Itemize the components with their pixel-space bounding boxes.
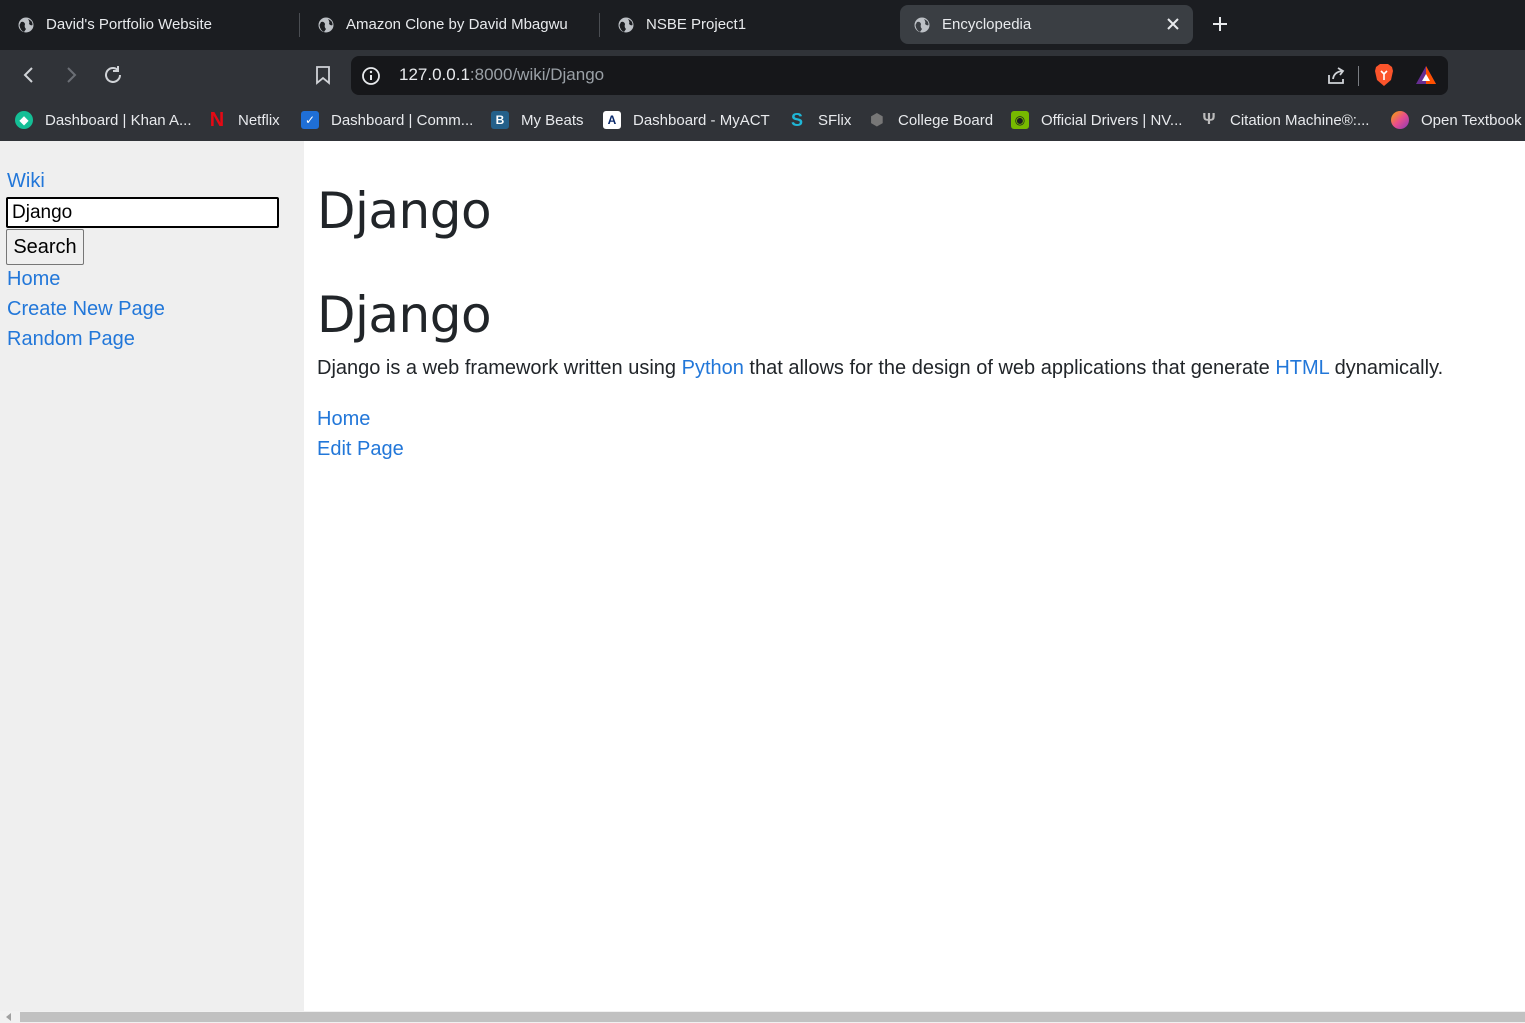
bookmark-label: Official Drivers | NV...: [1041, 111, 1183, 129]
paragraph-text: Django is a web framework written using: [317, 357, 682, 379]
share-icon[interactable]: [1325, 65, 1347, 87]
edit-page-link[interactable]: Edit Page: [317, 438, 404, 461]
forward-icon[interactable]: [60, 64, 82, 86]
address-bar[interactable]: 127.0.0.1:8000/wiki/Django: [351, 56, 1448, 95]
bookmark-label: Netflix: [238, 111, 280, 129]
paragraph-text: that allows for the design of web applic…: [743, 357, 1276, 379]
bookmark-label: SFlix: [818, 111, 852, 129]
tab-title: Encyclopedia: [942, 16, 1032, 33]
bookmark-sflix[interactable]: S SFlix: [788, 107, 851, 133]
article-paragraph: Django is a web framework written using …: [317, 357, 1443, 380]
back-icon[interactable]: [18, 64, 40, 86]
paragraph-text: dynamically.: [1329, 357, 1444, 379]
khan-academy-icon: ◆: [15, 111, 33, 129]
bookmark-my-beats[interactable]: B My Beats: [491, 107, 584, 133]
content-link-home[interactable]: Home: [317, 408, 370, 431]
browser-tab-strip: David's Portfolio Website Amazon Clone b…: [0, 0, 1525, 50]
open-textbook-icon: [1391, 111, 1409, 129]
tab-amazon-clone[interactable]: Amazon Clone by David Mbagwu: [300, 5, 600, 44]
python-link[interactable]: Python: [682, 357, 744, 379]
url-path: :8000/wiki/Django: [469, 65, 605, 84]
wiki-home-link[interactable]: Wiki: [7, 170, 45, 193]
brave-shields-icon[interactable]: [1373, 63, 1395, 87]
bookmarks-bar: ◆ Dashboard | Khan A... N Netflix ✓ Dashboa…: [0, 100, 1525, 141]
reload-icon[interactable]: [102, 64, 124, 86]
horizontal-scrollbar[interactable]: [0, 1011, 1525, 1023]
act-icon: A: [603, 111, 621, 129]
sidebar-link-create-new-page[interactable]: Create New Page: [7, 298, 165, 321]
bookmark-open-textbook[interactable]: Open Textbook: [1391, 107, 1522, 133]
globe-icon: [18, 17, 34, 32]
site-info-icon[interactable]: [361, 66, 381, 86]
tab-portfolio[interactable]: David's Portfolio Website: [0, 5, 300, 44]
bookmark-label: My Beats: [521, 111, 584, 129]
scroll-left-icon[interactable]: [5, 1013, 13, 1021]
bookmark-label: Open Textbook: [1421, 111, 1522, 129]
bookmark-citation-machine[interactable]: Ψ Citation Machine®:...: [1200, 107, 1370, 133]
article-heading: Django: [317, 286, 492, 344]
url-host: 127.0.0.1: [399, 65, 470, 84]
commonlit-icon: ✓: [301, 111, 319, 129]
tab-title: David's Portfolio Website: [46, 16, 212, 33]
globe-icon: [318, 17, 334, 32]
collegeboard-icon: ⬢: [870, 112, 884, 129]
bookmark-nvidia[interactable]: ◉ Official Drivers | NV...: [1011, 107, 1182, 133]
citation-machine-icon: Ψ: [1202, 111, 1216, 128]
netflix-icon: N: [209, 108, 225, 131]
scrollbar-thumb[interactable]: [20, 1012, 1525, 1022]
bookmark-icon[interactable]: [312, 64, 334, 86]
beats-icon: B: [491, 111, 509, 129]
search-input[interactable]: [6, 197, 279, 228]
bookmark-myact[interactable]: A Dashboard - MyACT: [603, 107, 770, 133]
globe-icon: [914, 17, 930, 32]
browser-toolbar: 127.0.0.1:8000/wiki/Django: [0, 50, 1525, 100]
search-button[interactable]: Search: [6, 229, 84, 265]
sidebar-link-home[interactable]: Home: [7, 268, 60, 291]
bookmark-college-board[interactable]: ⬢ College Board: [868, 107, 993, 133]
page-title: Django: [317, 182, 492, 240]
divider: [1358, 66, 1359, 86]
nvidia-icon: ◉: [1011, 111, 1029, 129]
new-tab-icon[interactable]: [1209, 13, 1231, 35]
bookmark-khan-academy[interactable]: ◆ Dashboard | Khan A...: [15, 107, 192, 133]
sflix-icon: S: [790, 109, 803, 130]
bookmark-label: Dashboard - MyACT: [633, 111, 770, 129]
close-icon[interactable]: [1163, 14, 1183, 34]
url-text: 127.0.0.1:8000/wiki/Django: [399, 65, 604, 85]
bookmark-netflix[interactable]: N Netflix: [208, 107, 280, 133]
bookmark-label: Dashboard | Comm...: [331, 111, 474, 129]
brave-rewards-icon[interactable]: [1415, 65, 1437, 85]
globe-icon: [618, 17, 634, 32]
tab-title: NSBE Project1: [646, 16, 747, 33]
bookmark-label: Dashboard | Khan A...: [45, 111, 192, 129]
html-link[interactable]: HTML: [1275, 357, 1329, 379]
bookmark-label: Citation Machine®:...: [1230, 111, 1370, 129]
bookmark-label: College Board: [898, 111, 994, 129]
wiki-sidebar: Wiki Search Home Create New Page Random …: [0, 141, 304, 1011]
bookmark-commonlit[interactable]: ✓ Dashboard | Comm...: [301, 107, 473, 133]
tab-encyclopedia[interactable]: Encyclopedia: [900, 5, 1193, 44]
tab-title: Amazon Clone by David Mbagwu: [346, 16, 568, 33]
sidebar-link-random-page[interactable]: Random Page: [7, 328, 135, 351]
main-content: Django Django Django is a web framework …: [304, 141, 1525, 1011]
tab-nsbe-project[interactable]: NSBE Project1: [600, 5, 895, 44]
